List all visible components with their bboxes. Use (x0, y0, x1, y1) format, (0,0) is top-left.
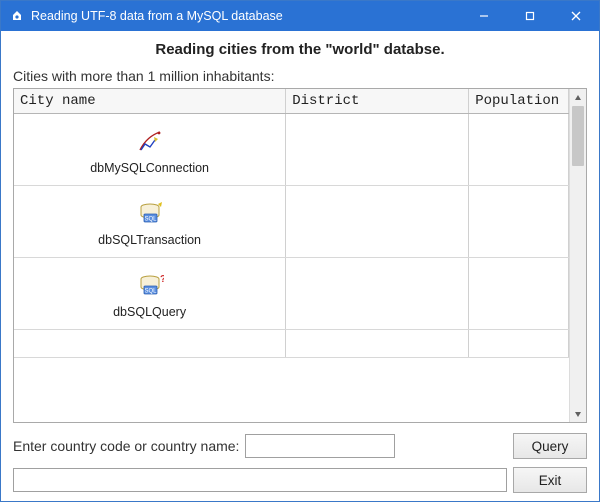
scroll-down-arrow-icon[interactable] (570, 405, 586, 422)
table-row: SQL dbSQLTransaction (14, 186, 569, 258)
country-input[interactable] (245, 434, 395, 458)
close-button[interactable] (553, 1, 599, 31)
grid-vertical-scrollbar[interactable] (569, 89, 586, 422)
sql-query-icon: SQL ? (136, 272, 164, 301)
scrollbar-track[interactable] (570, 106, 586, 405)
status-input[interactable] (13, 468, 507, 492)
maximize-button[interactable] (507, 1, 553, 31)
country-input-label: Enter country code or country name: (13, 438, 239, 454)
status-row: Exit (13, 467, 587, 493)
app-icon (9, 8, 25, 24)
svg-text:?: ? (160, 274, 164, 285)
titlebar: Reading UTF-8 data from a MySQL database (1, 1, 599, 31)
app-window: Reading UTF-8 data from a MySQL database… (0, 0, 600, 502)
designer-component-sqltransaction[interactable]: SQL dbSQLTransaction (14, 186, 285, 257)
designer-component-sqlquery[interactable]: SQL ? dbSQLQuery (14, 258, 285, 329)
exit-button[interactable]: Exit (513, 467, 587, 493)
window-title: Reading UTF-8 data from a MySQL database (31, 9, 461, 23)
table-row: SQL ? dbSQLQuery (14, 258, 569, 330)
window-controls (461, 1, 599, 31)
designer-component-label: dbMySQLConnection (90, 161, 209, 175)
table-row: dbMySQLConnection (14, 114, 569, 186)
col-city-name[interactable]: City name (14, 89, 286, 114)
svg-text:SQL: SQL (144, 217, 157, 223)
cities-grid[interactable]: City name District Population (13, 88, 587, 423)
scroll-up-arrow-icon[interactable] (570, 89, 586, 106)
page-subheading: Cities with more than 1 million inhabita… (13, 68, 587, 84)
page-heading: Reading cities from the "world" databse. (13, 41, 587, 58)
minimize-button[interactable] (461, 1, 507, 31)
mysql-connection-icon (136, 128, 164, 157)
designer-component-label: dbSQLTransaction (98, 233, 201, 247)
table-header-row: City name District Population (14, 89, 569, 114)
col-district[interactable]: District (286, 89, 469, 114)
query-button[interactable]: Query (513, 433, 587, 459)
scrollbar-thumb[interactable] (572, 106, 584, 166)
table-row (14, 330, 569, 358)
svg-text:SQL: SQL (144, 289, 157, 295)
designer-component-mysqlconnection[interactable]: dbMySQLConnection (14, 114, 285, 185)
sql-transaction-icon: SQL (136, 200, 164, 229)
col-population[interactable]: Population (469, 89, 569, 114)
designer-component-label: dbSQLQuery (113, 305, 186, 319)
client-area: Reading cities from the "world" databse.… (1, 31, 599, 501)
country-input-row: Enter country code or country name: Quer… (13, 433, 587, 459)
